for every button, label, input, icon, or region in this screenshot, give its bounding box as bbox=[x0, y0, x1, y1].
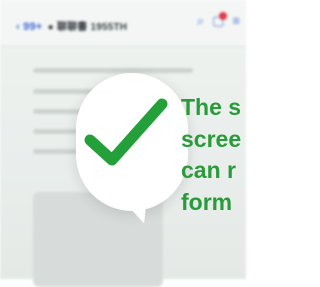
back-count: 99+ bbox=[23, 21, 43, 33]
message-line: scree bbox=[181, 125, 242, 152]
chat-header-bar: ‹ 99+ ● 聊聊書 1955TH ⌕ ▢ ≡ bbox=[0, 0, 246, 47]
overlay-message: The s scree can r form bbox=[181, 92, 241, 218]
search-icon[interactable]: ⌕ bbox=[197, 14, 204, 27]
menu-icon[interactable]: ≡ bbox=[232, 14, 240, 27]
message-line: can r bbox=[181, 157, 236, 183]
back-button[interactable]: ‹ 99+ bbox=[16, 21, 42, 33]
notification-badge bbox=[219, 12, 227, 20]
chat-header-title: ‹ 99+ ● 聊聊書 1955TH bbox=[16, 18, 127, 33]
message-line: form bbox=[181, 188, 233, 215]
chat-title: ● 聊聊書 1955TH bbox=[47, 22, 128, 33]
checkmark-icon bbox=[84, 98, 168, 166]
message-line: The s bbox=[181, 94, 242, 120]
text-line-placeholder bbox=[33, 68, 193, 73]
